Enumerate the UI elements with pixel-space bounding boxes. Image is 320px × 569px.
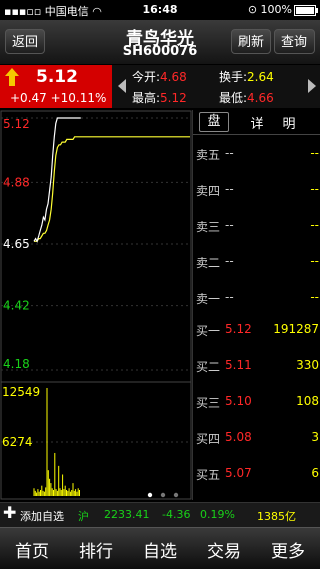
current-price: 5.12 <box>36 67 78 87</box>
level-label: 卖二 <box>196 256 221 270</box>
level-label: 卖三 <box>196 220 221 234</box>
add-icon[interactable]: ✚ <box>3 505 16 521</box>
level-price: 5.11 <box>225 358 252 372</box>
ask-row: 卖一 -- -- <box>193 290 320 308</box>
stock-code: SH600076 <box>122 44 198 59</box>
bottom-tab-bar: 首页 排行 自选 交易 更多 <box>0 527 320 569</box>
level-label: 买三 <box>196 396 221 410</box>
price-line <box>33 117 81 243</box>
refresh-button[interactable]: 刷新 <box>231 29 271 54</box>
lock-icon: ⊙ <box>247 3 258 16</box>
y-tick-label: 4.88 <box>3 175 30 189</box>
nav-bar: 返回 青鸟华光 SH600076 刷新 查询 <box>0 20 320 65</box>
page-dot <box>160 492 166 498</box>
tab-trades[interactable]: 明 <box>275 113 303 132</box>
level-price: -- <box>225 254 234 268</box>
level-label: 卖五 <box>196 148 221 162</box>
battery-icon <box>294 4 318 16</box>
y-tick-label: 4.65 <box>3 237 30 251</box>
tab-trade[interactable]: 交易 <box>192 537 256 562</box>
page-dot <box>147 492 153 498</box>
price-change: +0.47 +10.11% <box>10 91 107 105</box>
level-volume: 3 <box>311 430 319 444</box>
add-watchlist-button[interactable]: 添加自选 <box>20 508 64 524</box>
level-label: 买一 <box>196 324 221 338</box>
level-price: 5.10 <box>225 394 252 408</box>
level-label: 卖一 <box>196 292 221 306</box>
tab-detail[interactable]: 详 <box>243 113 271 132</box>
turnover-amount: 1385亿 <box>257 510 296 523</box>
stat-high: 最高:5.12 <box>132 91 187 105</box>
level-price: -- <box>225 218 234 232</box>
battery-status: ⊙ 100% <box>247 3 318 16</box>
volume-tick-label: 6274 <box>2 435 33 449</box>
stat-turnover: 换手:2.64 <box>219 70 274 84</box>
level-volume: -- <box>310 182 319 196</box>
level-label: 卖四 <box>196 184 221 198</box>
tab-order-book[interactable]: 盘 <box>199 112 229 132</box>
order-book-panel: 盘 详 明 卖五 -- -- 卖四 -- -- 卖三 -- -- 卖二 -- -- 卖一 -- -- 买一 5.… <box>192 110 320 500</box>
bid-row: 买二 5.11 330 <box>193 358 320 376</box>
level-volume: 330 <box>296 358 319 372</box>
bid-row: 买三 5.10 108 <box>193 394 320 412</box>
status-bar: ▪▪▪▫▫ 中国电信 ◠ 16:48 ⊙ 100% <box>0 0 320 20</box>
level-label: 买四 <box>196 432 221 446</box>
ask-row: 卖五 -- -- <box>193 146 320 164</box>
level-volume: 191287 <box>273 322 319 336</box>
ask-row: 卖四 -- -- <box>193 182 320 200</box>
stats-bar: 今开:4.68 换手:2.64 最高:5.12 最低:4.66 <box>112 65 320 108</box>
level-price: 5.08 <box>225 430 252 444</box>
level-volume: -- <box>310 218 319 232</box>
y-tick-label: 5.12 <box>3 117 30 131</box>
level-label: 买二 <box>196 360 221 374</box>
avg-price-line <box>34 136 190 242</box>
bid-row: 买一 5.12 191287 <box>193 322 320 340</box>
intraday-chart[interactable]: 5.12 4.88 4.65 4.42 4.18 12549 6274 <box>0 110 192 500</box>
level-volume: 108 <box>296 394 319 408</box>
bid-row: 买五 5.07 6 <box>193 466 320 484</box>
ask-row: 卖三 -- -- <box>193 218 320 236</box>
level-volume: 6 <box>311 466 319 480</box>
index-pct: 0.19% <box>200 508 235 521</box>
level-volume: -- <box>310 290 319 304</box>
y-tick-label: 4.42 <box>3 299 30 313</box>
query-button[interactable]: 查询 <box>274 29 315 54</box>
prev-stock-icon[interactable] <box>118 79 126 93</box>
market-label: 沪 <box>78 510 89 523</box>
bid-row: 买四 5.08 3 <box>193 430 320 448</box>
level-price: 5.07 <box>225 466 252 480</box>
index-bar: ✚ 添加自选 沪 2233.41 -4.36 0.19% 1385亿 <box>0 502 320 527</box>
tab-more[interactable]: 更多 <box>256 537 320 562</box>
level-label: 买五 <box>196 468 221 482</box>
index-change: -4.36 <box>162 508 191 521</box>
tab-watchlist[interactable]: 自选 <box>128 537 192 562</box>
chart-svg: 5.12 4.88 4.65 4.42 4.18 12549 6274 <box>0 110 192 500</box>
index-value: 2233.41 <box>104 508 150 521</box>
level-price: -- <box>225 182 234 196</box>
ask-row: 卖二 -- -- <box>193 254 320 272</box>
level-price: -- <box>225 146 234 160</box>
stat-low: 最低:4.66 <box>219 91 274 105</box>
volume-tick-label: 12549 <box>2 385 40 399</box>
panel-tabs: 盘 详 明 <box>193 110 320 135</box>
page-dot <box>173 492 179 498</box>
up-arrow-icon <box>5 68 19 86</box>
level-price: -- <box>225 290 234 304</box>
y-tick-label: 4.18 <box>3 357 30 371</box>
quote-box: 5.12 +0.47 +10.11% <box>0 65 112 108</box>
level-volume: -- <box>310 254 319 268</box>
stat-open: 今开:4.68 <box>132 70 187 84</box>
next-stock-icon[interactable] <box>308 79 316 93</box>
tab-ranking[interactable]: 排行 <box>64 537 128 562</box>
level-price: 5.12 <box>225 322 252 336</box>
level-volume: -- <box>310 146 319 160</box>
tab-home[interactable]: 首页 <box>0 537 64 562</box>
